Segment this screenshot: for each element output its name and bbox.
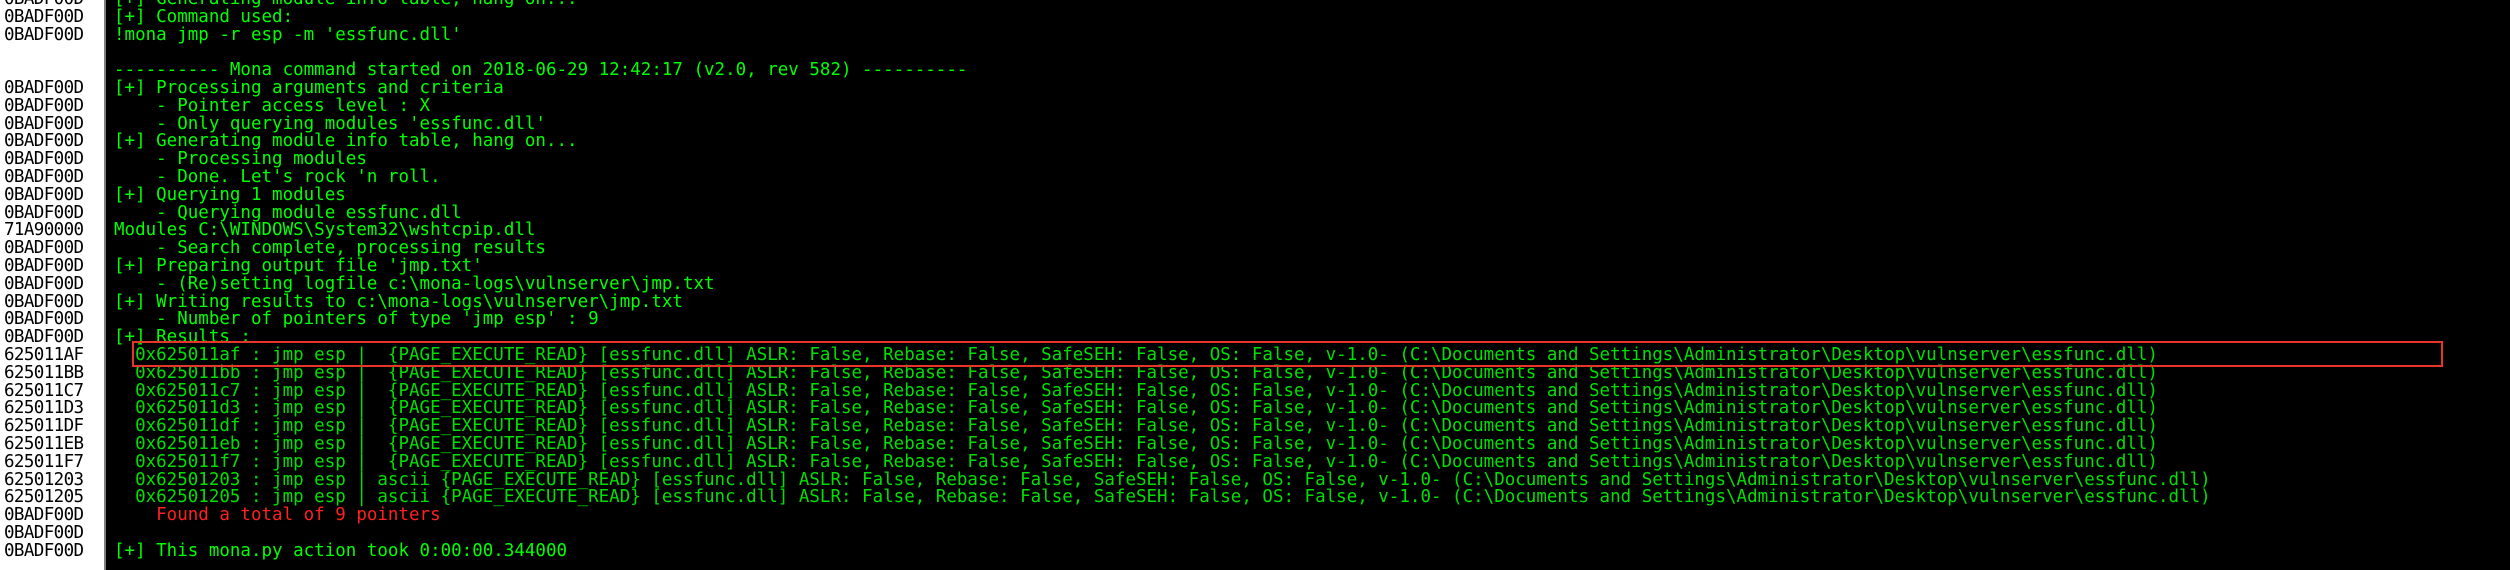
log-line-address: 62501205 xyxy=(4,489,84,508)
log-line-address: 0BADF00D xyxy=(4,293,84,312)
log-line[interactable]: 0BADF00D [+] Command used: xyxy=(0,6,2510,27)
log-line-message: [+] Querying 1 modules xyxy=(114,184,346,205)
log-line-address: 62501203 xyxy=(4,471,84,490)
log-line[interactable]: 0BADF00D Found a total of 9 pointers xyxy=(0,505,2510,526)
log-line[interactable]: 0BADF00D - Done. Let's rock 'n roll. xyxy=(0,168,2510,187)
log-line-address: 0BADF00D xyxy=(4,524,84,543)
log-line-message: - (Re)setting logfile c:\mona-logs\vulns… xyxy=(114,273,715,294)
log-line-address: 0BADF00D xyxy=(4,97,84,116)
log-line-message: 0x625011f7 : jmp esp | {PAGE_EXECUTE_REA… xyxy=(114,451,2158,472)
log-line-message: !mona jmp -r esp -m 'essfunc.dll' xyxy=(114,24,462,45)
log-line-address: 625011EB xyxy=(4,435,84,454)
log-line[interactable]: 0BADF00D [+] Querying 1 modules xyxy=(0,184,2510,205)
log-line-message: [+] This mona.py action took 0:00:00.344… xyxy=(114,540,568,561)
log-line-address: 0BADF00D xyxy=(4,79,84,98)
log-line-address: 625011AF xyxy=(4,346,84,365)
log-line-address: 0BADF00D xyxy=(4,168,84,187)
log-line[interactable]: 0BADF00D[+] Generating module info table… xyxy=(0,0,2510,9)
log-line-address: 0BADF00D xyxy=(4,204,84,223)
log-line-address: 0BADF00D xyxy=(4,133,84,152)
log-line[interactable]: 0BADF00D [+] This mona.py action took 0:0… xyxy=(0,540,2510,561)
log-line-address: 625011D3 xyxy=(4,400,84,419)
log-line-address: 0BADF00D xyxy=(4,115,84,134)
log-line[interactable]: 625011BB 0x625011bb : jmp esp | {PAGE_EX… xyxy=(0,362,2510,383)
log-lines: 0BADF00D[+] Generating module info table… xyxy=(0,0,2510,561)
log-line-address: 0BADF00D xyxy=(4,26,84,45)
log-line-address: 0BADF00D xyxy=(4,329,84,347)
log-line[interactable]: 625011F7 0x625011f7 : jmp esp | {PAGE_EX… xyxy=(0,451,2510,472)
log-line-address: 625011F7 xyxy=(4,453,84,472)
log-line-message: - Pointer access level : X xyxy=(114,95,431,116)
log-line-address: 0BADF00D xyxy=(4,186,84,205)
log-line-message: Found a total of 9 pointers xyxy=(114,505,441,526)
log-window[interactable]: 0BADF00D[+] Generating module info table… xyxy=(0,0,2510,570)
log-line-address: 0BADF00D xyxy=(4,8,84,27)
log-line-address: 0BADF00D xyxy=(4,257,84,276)
log-line-address: 71A90000 xyxy=(4,222,84,241)
log-line[interactable]: 0BADF00D !mona jmp -r esp -m 'essfunc.dll… xyxy=(0,24,2510,45)
log-line-message: [+] Command used: xyxy=(114,6,294,27)
log-line-address: 625011BB xyxy=(4,364,84,383)
log-line-address: 0BADF00D xyxy=(4,151,84,169)
log-line-address: 0BADF00D xyxy=(4,542,84,561)
log-line-address: 0BADF00D xyxy=(0,0,104,9)
log-line-message: 0x625011bb : jmp esp | {PAGE_EXECUTE_REA… xyxy=(114,362,2158,383)
log-line-address: 0BADF00D xyxy=(4,311,84,330)
log-line[interactable]: 0BADF00D - (Re)setting logfile c:\mona-l… xyxy=(0,273,2510,294)
log-line[interactable]: 0BADF00D - Number of pointers of type 'j… xyxy=(0,311,2510,329)
log-line[interactable]: 0BADF00D - Pointer access level : X xyxy=(0,95,2510,116)
log-line[interactable]: 0BADF00D[+] Generating module info table… xyxy=(0,133,2510,151)
log-line-address: 0BADF00D xyxy=(4,275,84,294)
log-line-address: 625011C7 xyxy=(4,382,84,401)
log-line-address: 0BADF00D xyxy=(4,507,84,525)
log-line-address: 625011DF xyxy=(4,418,84,436)
log-line-address: 0BADF00D xyxy=(4,240,84,258)
